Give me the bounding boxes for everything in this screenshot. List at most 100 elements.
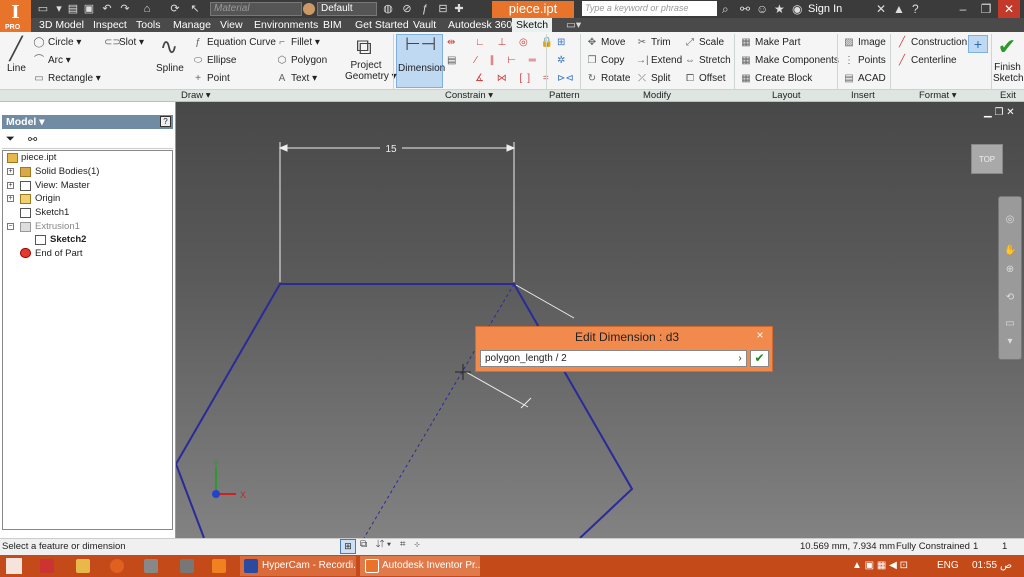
point-button[interactable]: + Point — [192, 72, 230, 85]
params-icon[interactable]: ⊟ — [436, 2, 450, 16]
mirror-icon[interactable]: ⊳⊲ — [557, 72, 574, 85]
expand-icon[interactable]: + — [7, 182, 14, 189]
add-icon[interactable]: ✚ — [452, 2, 466, 16]
points-button[interactable]: ⋮ Points — [843, 54, 886, 67]
dimension-value-input[interactable]: polygon_length / 2 — [480, 350, 747, 367]
viewport-window-controls[interactable]: ▁ ❐ ✕ — [984, 107, 1015, 118]
status-tool-icons[interactable]: ⧉ ⇵▾ ⌗ ⊹ — [360, 539, 423, 550]
line-icon[interactable]: ╱ — [5, 36, 27, 62]
make-components-button[interactable]: ▦ Make Components — [740, 54, 839, 67]
input-flyout-arrow-icon[interactable]: › — [734, 351, 746, 366]
binoculars-icon[interactable]: ⚯ — [740, 2, 750, 16]
open-icon[interactable]: ▾ — [52, 2, 66, 16]
save-icon[interactable]: ▣ — [82, 2, 96, 16]
rectangle-button[interactable]: ▭ Rectangle ▾ — [33, 72, 101, 85]
text-button[interactable]: A Text ▾ — [276, 72, 318, 85]
user-icon[interactable]: ☺ — [756, 2, 768, 16]
line-button[interactable]: Line — [7, 62, 26, 75]
move-button[interactable]: ✥ Move — [586, 36, 626, 49]
tab-get-started[interactable]: Get Started — [355, 18, 409, 32]
firefox-icon[interactable] — [110, 559, 124, 573]
create-block-button[interactable]: ▦ Create Block — [740, 72, 812, 85]
redo-icon[interactable]: ↷ — [118, 2, 132, 16]
centerline-button[interactable]: ╱ Centerline — [896, 54, 957, 67]
help-search-input[interactable]: Type a keyword or phrase — [582, 1, 717, 16]
tab-view[interactable]: View — [220, 18, 243, 32]
application-menu-button[interactable]: I PRO — [0, 0, 31, 32]
search-icon[interactable]: ⌕ — [722, 2, 729, 16]
construction-button[interactable]: ╱ Construction — [896, 36, 967, 49]
center-point-icon[interactable]: + — [968, 35, 988, 53]
fillet-button[interactable]: ⌐ Fillet ▾ — [276, 36, 320, 49]
project-geometry-icon[interactable]: ⧉ — [352, 34, 376, 60]
language-indicator[interactable]: ENG — [937, 555, 959, 577]
project-geometry-button[interactable]: ProjectGeometry ▾ — [345, 60, 397, 82]
tab-vault[interactable]: Vault — [413, 18, 436, 32]
favorite-icon[interactable]: ★ — [774, 2, 785, 16]
scale-button[interactable]: ⤢ Scale — [684, 36, 724, 49]
construction-line[interactable] — [363, 283, 515, 538]
circular-pattern-icon[interactable]: ✲ — [557, 54, 565, 67]
select-icon[interactable]: ↖ — [188, 2, 202, 16]
slot-button[interactable]: ⊂⊃Slot ▾ — [104, 36, 144, 49]
filter-icon[interactable]: ⏷ — [6, 133, 15, 146]
tab-tools[interactable]: Tools — [136, 18, 161, 32]
expand-icon[interactable]: + — [7, 168, 14, 175]
tree-item-sketch2[interactable]: Sketch2 — [50, 234, 86, 246]
clock-time[interactable]: 01:55 — [972, 555, 997, 577]
tab-environments[interactable]: Environments — [254, 18, 318, 32]
tree-item-end-of-part[interactable]: End of Part — [35, 248, 83, 260]
extend-button[interactable]: →| Extend — [636, 54, 682, 67]
clear-icon[interactable]: ⊘ — [400, 2, 414, 16]
browser-help-icon[interactable]: ? — [160, 116, 171, 127]
spline-icon[interactable]: ∿ — [158, 34, 180, 60]
tree-item-view-master[interactable]: View: Master — [35, 180, 90, 192]
tab-3d-model[interactable]: 3D Model — [39, 18, 84, 32]
app-icon[interactable] — [180, 559, 194, 573]
auto-dimension-icon[interactable]: ⇹ — [447, 36, 455, 49]
apps-icon[interactable]: ▲ — [893, 2, 905, 16]
tree-item-solid-bodies[interactable]: Solid Bodies(1) — [35, 166, 99, 178]
filezilla-icon[interactable] — [40, 559, 54, 573]
constraint-icons-row-2[interactable]: ∕ ∥ ⊢ ═ — [475, 54, 541, 67]
acad-button[interactable]: ▤ ACAD — [843, 72, 886, 85]
new-icon[interactable]: ▭ — [36, 2, 50, 16]
make-part-button[interactable]: ▦ Make Part — [740, 36, 800, 49]
folder-icon[interactable]: ▤ — [66, 2, 80, 16]
collapse-icon[interactable]: − — [7, 223, 14, 230]
constraint-icons-row-3[interactable]: ∡ ⋈ [] = — [475, 72, 554, 85]
sign-in-button[interactable]: Sign In — [808, 1, 842, 17]
rectangular-pattern-icon[interactable]: ⊞ — [557, 36, 565, 49]
rotate-button[interactable]: ↻ Rotate — [586, 72, 631, 85]
file-explorer-icon[interactable] — [76, 559, 90, 573]
split-button[interactable]: ⤫ Split — [636, 72, 670, 85]
tab-autodesk-360[interactable]: Autodesk 360 — [448, 18, 512, 32]
nav-menu-icon[interactable]: ▾ — [1004, 336, 1016, 348]
color-wheel-icon[interactable]: ◍ — [381, 2, 395, 16]
undo-icon[interactable]: ↶ — [100, 2, 114, 16]
circle-button[interactable]: ◯ Circle ▾ — [33, 36, 81, 49]
look-at-icon[interactable]: ▭ — [1004, 318, 1016, 330]
update-icon[interactable]: ⟳ — [168, 2, 182, 16]
account-icon[interactable]: ◉ — [792, 2, 802, 16]
panel-draw[interactable]: Draw ▾ — [181, 90, 211, 102]
expand-icon[interactable]: + — [7, 195, 14, 202]
viewcube[interactable]: TOP — [971, 144, 1003, 174]
app-icon[interactable] — [144, 559, 158, 573]
stretch-button[interactable]: ⇔ Stretch — [684, 54, 731, 67]
binoculars-icon[interactable]: ⚯ — [28, 133, 37, 146]
steering-wheel-icon[interactable]: ◎ — [1004, 214, 1016, 226]
exchange-icon[interactable]: ✕ — [876, 2, 886, 16]
ellipse-button[interactable]: ⬭ Ellipse — [192, 54, 237, 67]
vlc-icon[interactable] — [212, 559, 226, 573]
panel-constrain[interactable]: Constrain ▾ — [445, 90, 493, 102]
dimension-15-lines[interactable] — [278, 142, 516, 282]
material-select[interactable]: Material — [210, 2, 302, 16]
browser-header[interactable]: Model ▾ — [2, 115, 173, 129]
tree-item-origin[interactable]: Origin — [35, 193, 60, 205]
help-icon[interactable]: ? — [912, 2, 919, 16]
tab-bim[interactable]: BIM — [323, 18, 342, 32]
sketch-canvas[interactable]: 15 X Y — [176, 102, 1024, 538]
offset-button[interactable]: ⧠ Offset — [684, 72, 726, 85]
function-icon[interactable]: ƒ — [418, 2, 432, 16]
